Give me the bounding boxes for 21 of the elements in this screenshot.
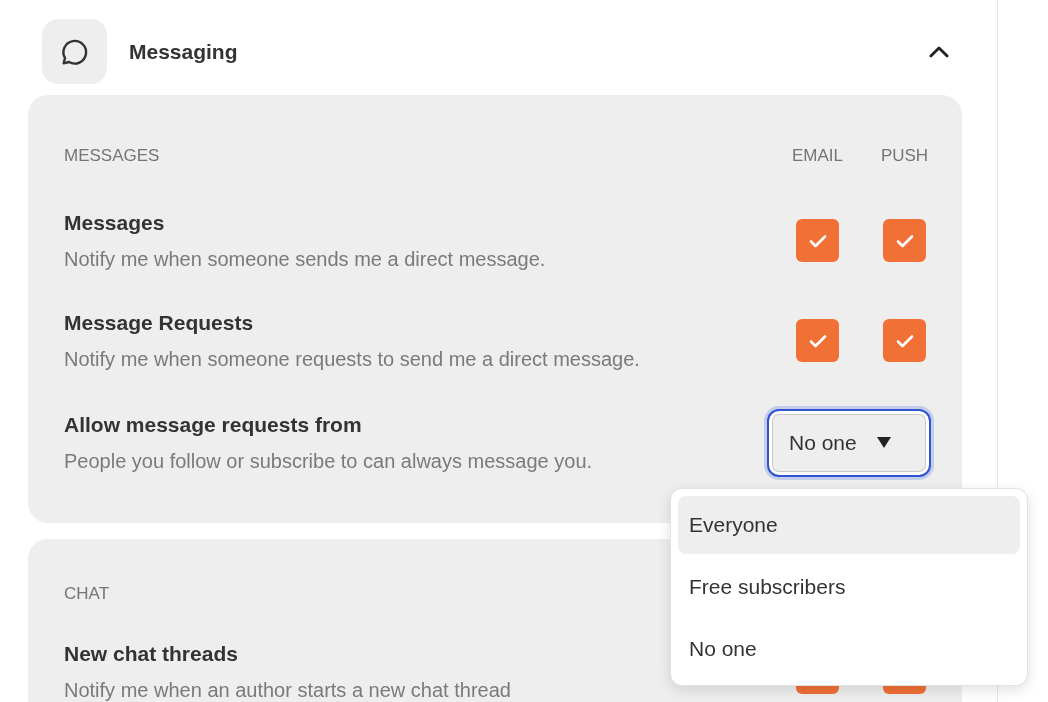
setting-title: Message Requests — [64, 309, 255, 336]
checkbox[interactable] — [883, 219, 926, 262]
setting-description: Notify me when an author starts a new chat thread — [64, 678, 511, 702]
menu-option[interactable]: Everyone — [678, 496, 1020, 554]
column-heading: EMAIL — [792, 145, 843, 167]
setting-title: Allow message requests from — [64, 411, 363, 438]
chat-bubble-icon — [42, 19, 107, 84]
column-heading: PUSH — [880, 145, 929, 167]
group-heading: MESSAGES — [64, 145, 160, 167]
checkbox[interactable] — [796, 319, 839, 362]
section-title: Messaging — [129, 38, 239, 65]
group-heading: CHAT — [64, 582, 109, 605]
setting-title: New chat threads — [64, 641, 239, 667]
checkbox[interactable] — [883, 319, 926, 362]
checkbox[interactable] — [796, 219, 839, 262]
setting-description: Notify me when someone requests to send me a direct message. — [64, 346, 640, 372]
select-field[interactable]: No one — [767, 408, 931, 477]
setting-title: Messages — [64, 209, 166, 236]
setting-description: People you follow or subscribe to can always message you. — [64, 448, 593, 474]
dropdown-arrow-icon — [876, 436, 891, 449]
setting-description: Notify me when someone sends me a direct message. — [64, 246, 546, 272]
